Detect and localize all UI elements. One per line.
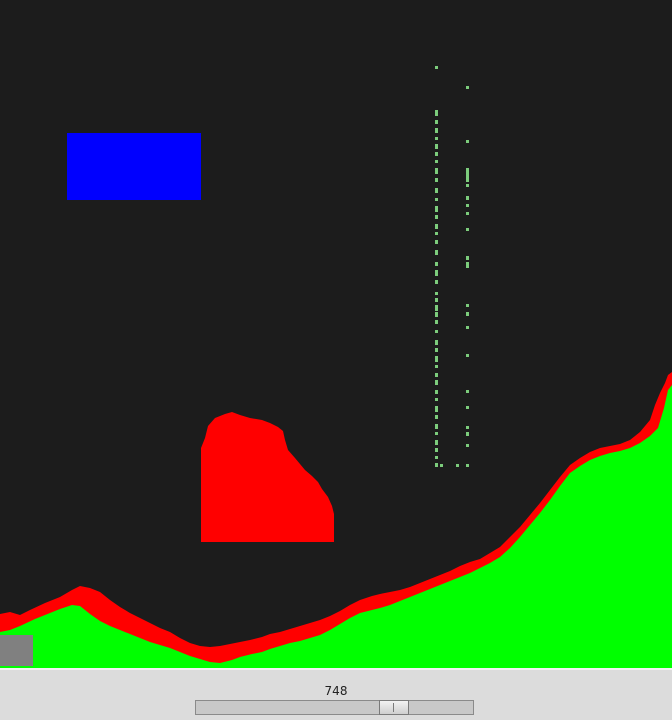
control-bar: 748 (0, 668, 672, 720)
red-body (201, 412, 334, 542)
particle (435, 398, 438, 401)
particle (435, 137, 438, 140)
particle (440, 464, 443, 467)
slider-thumb[interactable] (379, 700, 410, 715)
particle (435, 240, 438, 244)
particle (435, 168, 438, 174)
particle (466, 312, 469, 316)
particle (435, 415, 438, 419)
particle (435, 463, 438, 467)
particle (435, 188, 438, 193)
particle (435, 406, 438, 412)
particle (466, 464, 469, 467)
particle (435, 456, 438, 459)
particle (435, 232, 438, 235)
particle (456, 464, 459, 467)
particle (435, 178, 438, 182)
particle (435, 312, 438, 317)
particle (435, 365, 438, 368)
particle (435, 198, 438, 201)
particle (435, 280, 438, 284)
particle (435, 250, 438, 255)
game-canvas[interactable] (0, 0, 672, 668)
particle (466, 204, 469, 207)
particle (435, 224, 438, 229)
particle (466, 228, 469, 231)
particle (466, 326, 469, 329)
particle (435, 373, 438, 377)
particle (435, 270, 438, 276)
slider-value-label: 748 (324, 684, 348, 698)
particle (466, 86, 469, 89)
particle (435, 215, 438, 219)
particle (435, 448, 438, 452)
particle (435, 320, 438, 324)
particle (435, 160, 438, 163)
particle (435, 356, 438, 362)
particle (466, 212, 469, 215)
particle (466, 140, 469, 143)
particle (435, 330, 438, 333)
particle (466, 444, 469, 447)
blue-block (67, 133, 201, 200)
particle (435, 390, 438, 394)
particle (435, 292, 438, 295)
particle (435, 66, 438, 69)
gray-block (0, 635, 33, 666)
particle (466, 432, 469, 436)
slider-track[interactable] (195, 700, 474, 715)
particle (466, 184, 469, 187)
particle (435, 128, 438, 133)
particle (435, 340, 438, 345)
particle (466, 406, 469, 409)
particle (435, 120, 438, 124)
particle (435, 144, 438, 149)
particle (435, 110, 438, 116)
particle (466, 304, 469, 307)
particle (435, 206, 438, 212)
particle (466, 262, 469, 268)
particle (435, 424, 438, 429)
particle (435, 262, 438, 266)
particle (435, 305, 438, 311)
particle (435, 348, 438, 352)
particle (435, 432, 438, 435)
particle (466, 196, 469, 200)
particle (435, 298, 438, 302)
particle (466, 256, 469, 260)
particle (466, 168, 469, 182)
particle (466, 426, 469, 429)
particle (466, 354, 469, 357)
particle (435, 152, 438, 156)
particle (435, 440, 438, 445)
falling-particles (435, 66, 469, 467)
particle (466, 390, 469, 393)
particle (435, 380, 438, 385)
